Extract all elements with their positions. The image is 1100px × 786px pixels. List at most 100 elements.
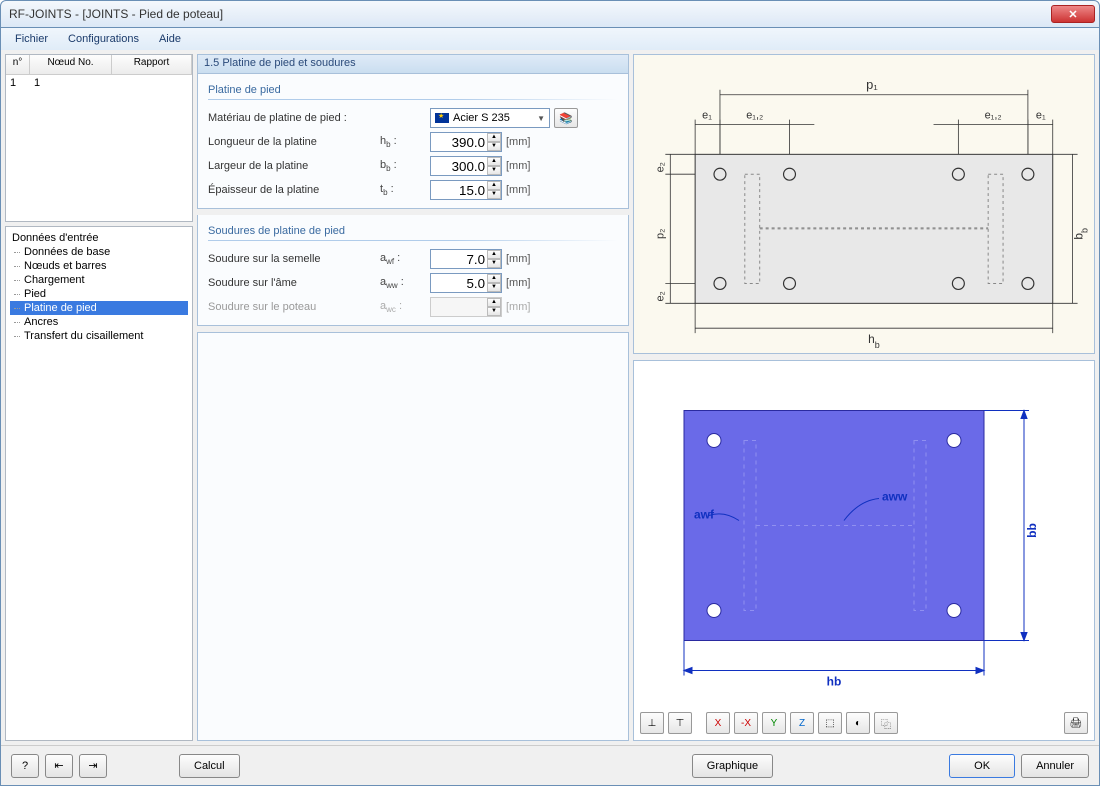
case-grid[interactable]: n° Nœud No. Rapport 1 1 — [5, 54, 193, 222]
svg-text:p₂: p₂ — [654, 229, 666, 239]
width-label: Largeur de la platine — [208, 160, 376, 172]
import-icon: ⇤ — [54, 759, 63, 772]
print-button[interactable]: 🖨 — [1064, 712, 1088, 734]
divider — [208, 99, 618, 100]
col-n[interactable]: n° — [6, 55, 30, 74]
tree-item-foot[interactable]: Pied — [10, 287, 188, 301]
unit-label: [mm] — [506, 253, 540, 265]
window-title: RF-JOINTS - [JOINTS - Pied de poteau] — [9, 7, 1051, 21]
spinner-buttons[interactable]: ▲▼ — [487, 157, 501, 175]
spinner-buttons[interactable]: ▲▼ — [487, 274, 501, 292]
ok-button[interactable]: OK — [949, 754, 1015, 778]
tree-root[interactable]: Données d'entrée — [10, 231, 188, 245]
axis-icon: ⊤ — [676, 718, 685, 729]
column-weld-symbol: awc : — [380, 300, 426, 314]
row-weld-column: Soudure sur le poteau awc : ▲▼ [mm] — [208, 295, 618, 319]
cell-node: 1 — [30, 75, 112, 91]
svg-text:e₂: e₂ — [654, 291, 666, 301]
import-button[interactable]: ⇤ — [45, 754, 73, 778]
material-value: Acier S 235 — [453, 112, 510, 124]
tree-item-shear[interactable]: Transfert du cisaillement — [10, 329, 188, 343]
dropdown-arrow-icon: ▼ — [537, 114, 545, 123]
schematic-svg: p₁ e₁ e₁,₂ e₁,₂ e₁ e₂ p₂ e₂ bb hb — [634, 55, 1094, 353]
export-icon: ⇥ — [88, 759, 97, 772]
row-width: Largeur de la platine bb : ▲▼ [mm] — [208, 154, 618, 178]
cancel-button[interactable]: Annuler — [1021, 754, 1089, 778]
group-welds: Soudures de platine de pied Soudure sur … — [197, 215, 629, 326]
tree-item-loading[interactable]: Chargement — [10, 273, 188, 287]
thick-symbol: tb : — [380, 183, 426, 197]
row-length: Longueur de la platine hb : ▲▼ [mm] — [208, 130, 618, 154]
view-iso-button[interactable]: ⬚ — [818, 712, 842, 734]
nav-tree[interactable]: Données d'entrée Données de base Nœuds e… — [5, 226, 193, 741]
menu-configurations[interactable]: Configurations — [60, 31, 147, 47]
svg-text:bb: bb — [1072, 228, 1090, 240]
printer-icon: 🖨 — [1070, 718, 1083, 729]
view-btn-1[interactable]: ⊥ — [640, 712, 664, 734]
length-label: Longueur de la platine — [208, 136, 376, 148]
cube-icon: ⬚ — [825, 718, 834, 729]
length-symbol: hb : — [380, 135, 426, 149]
svg-text:e₁: e₁ — [702, 110, 712, 122]
svg-text:e₂: e₂ — [654, 162, 666, 172]
tree-item-anchors[interactable]: Ancres — [10, 315, 188, 329]
render-svg: awf aww hb bb — [644, 371, 1084, 730]
flange-weld-label: Soudure sur la semelle — [208, 253, 376, 265]
graphic-button[interactable]: Graphique — [692, 754, 773, 778]
y-axis-icon: Y — [771, 718, 778, 729]
copy-icon: ⿻ — [881, 716, 891, 731]
spinner-buttons[interactable]: ▲▼ — [487, 250, 501, 268]
tree-item-nodes[interactable]: Nœuds et barres — [10, 259, 188, 273]
view-copy-button[interactable]: ⿻ — [874, 712, 898, 734]
view-x-button[interactable]: X — [706, 712, 730, 734]
grid-row[interactable]: 1 1 — [6, 75, 192, 91]
menu-file[interactable]: Fichier — [7, 31, 56, 47]
unit-label: [mm] — [506, 277, 540, 289]
negx-axis-icon: -X — [741, 718, 751, 729]
svg-text:aww: aww — [882, 490, 908, 504]
spinner-buttons: ▲▼ — [487, 298, 501, 316]
col-node[interactable]: Nœud No. — [30, 55, 112, 74]
right-pane: p₁ e₁ e₁,₂ e₁,₂ e₁ e₂ p₂ e₂ bb hb — [633, 54, 1095, 741]
window-body: n° Nœud No. Rapport 1 1 Données d'entrée… — [0, 50, 1100, 786]
material-select[interactable]: Acier S 235 ▼ — [430, 108, 550, 128]
svg-text:awf: awf — [694, 508, 715, 522]
material-label: Matériau de platine de pied : — [208, 112, 376, 124]
tree-item-base-data[interactable]: Données de base — [10, 245, 188, 259]
spinner-buttons[interactable]: ▲▼ — [487, 181, 501, 199]
material-library-button[interactable]: 📚 — [554, 108, 578, 128]
web-weld-symbol: aww : — [380, 276, 426, 290]
unit-label: [mm] — [506, 184, 540, 196]
help-icon: ? — [22, 760, 28, 772]
view-btn-2[interactable]: ⊤ — [668, 712, 692, 734]
window-close-button[interactable]: ✕ — [1051, 5, 1095, 23]
view-negx-button[interactable]: -X — [734, 712, 758, 734]
tree-item-baseplate[interactable]: Platine de pied — [10, 301, 188, 315]
export-button[interactable]: ⇥ — [79, 754, 107, 778]
width-symbol: bb : — [380, 159, 426, 173]
view-transparency-button[interactable]: ◐ — [846, 712, 870, 734]
spinner-buttons[interactable]: ▲▼ — [487, 133, 501, 151]
col-report[interactable]: Rapport — [112, 55, 192, 74]
group-baseplate: Platine de pied Matériau de platine de p… — [197, 74, 629, 209]
help-button[interactable]: ? — [11, 754, 39, 778]
view-z-button[interactable]: Z — [790, 712, 814, 734]
unit-label: [mm] — [506, 160, 540, 172]
menu-help[interactable]: Aide — [151, 31, 189, 47]
schematic-diagram: p₁ e₁ e₁,₂ e₁,₂ e₁ e₂ p₂ e₂ bb hb — [633, 54, 1095, 354]
unit-label: [mm] — [506, 301, 540, 313]
calculate-button[interactable]: Calcul — [179, 754, 240, 778]
content-area: n° Nœud No. Rapport 1 1 Données d'entrée… — [1, 50, 1099, 745]
row-weld-web: Soudure sur l'âme aww : ▲▼ [mm] — [208, 271, 618, 295]
transparency-icon: ◐ — [855, 718, 861, 729]
titlebar: RF-JOINTS - [JOINTS - Pied de poteau] ✕ — [0, 0, 1100, 28]
render-view[interactable]: awf aww hb bb — [633, 360, 1095, 741]
column-weld-label: Soudure sur le poteau — [208, 301, 376, 313]
unit-label: [mm] — [506, 136, 540, 148]
separator — [696, 712, 702, 734]
svg-text:e₁,₂: e₁,₂ — [985, 110, 1002, 122]
svg-text:hb: hb — [827, 675, 842, 689]
view-y-button[interactable]: Y — [762, 712, 786, 734]
group2-title: Soudures de platine de pied — [208, 221, 618, 240]
svg-text:hb: hb — [868, 332, 880, 350]
